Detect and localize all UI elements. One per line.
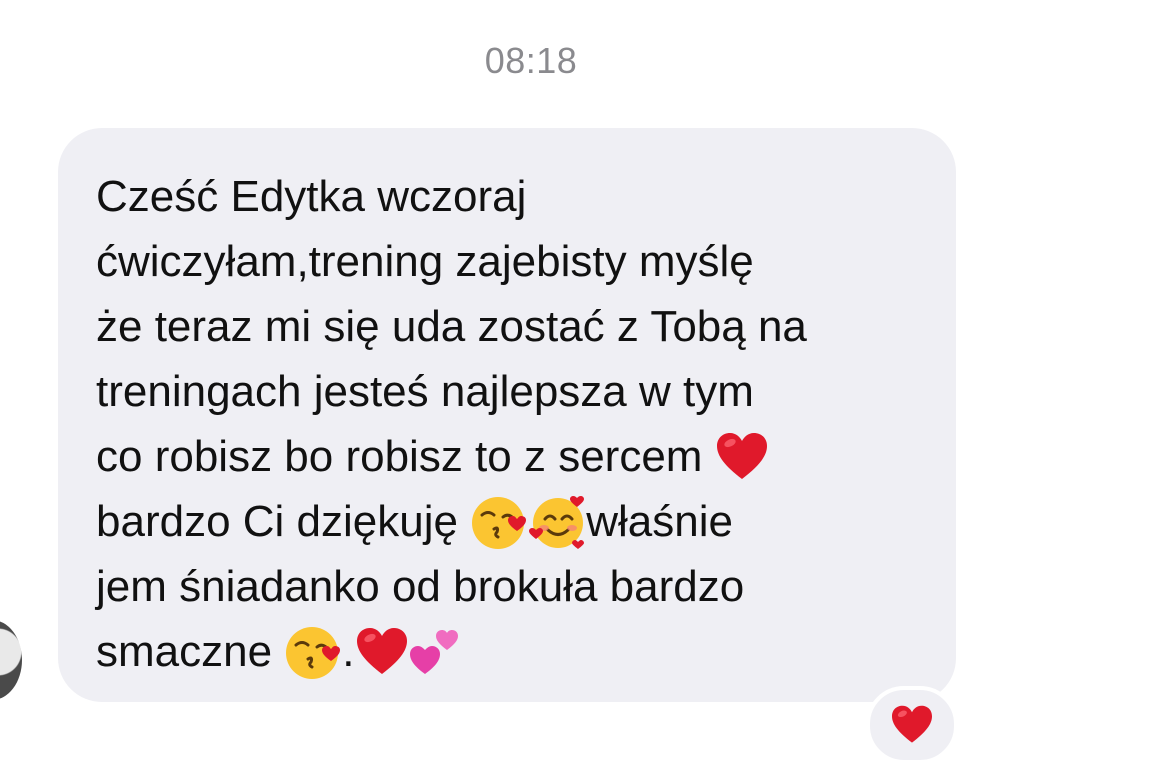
heart-reaction-badge[interactable] [866, 686, 958, 764]
red-heart-emoji-icon [716, 432, 767, 479]
face-blowing-kiss-icon [286, 626, 341, 679]
message-text: . [342, 627, 355, 676]
message-line: bardzo Ci dziękuję właśnie [96, 489, 926, 554]
message-line: treningach jesteś najlepsza w tym [96, 359, 926, 424]
red-heart-emoji-icon [356, 627, 407, 674]
sender-avatar[interactable] [0, 620, 22, 700]
red-heart-icon [892, 705, 932, 743]
two-hearts-emoji-icon [409, 629, 458, 674]
message-line: smaczne . [96, 619, 926, 684]
message-line: ćwiczyłam,trening zajebisty myślę [96, 229, 926, 294]
message-timestamp: 08:18 [484, 40, 578, 81]
message-line: Cześć Edytka wczoraj [96, 164, 926, 229]
message-text: że teraz mi się uda zostać z Tobą na [96, 302, 807, 351]
message-line: jem śniadanko od brokuła bardzo [96, 554, 926, 619]
message-line: że teraz mi się uda zostać z Tobą na [96, 294, 926, 359]
smiling-face-with-hearts-icon [529, 495, 585, 549]
message-text: Cześć Edytka wczoraj [96, 172, 527, 221]
face-blowing-kiss-icon [472, 496, 527, 549]
message-text: właśnie [586, 497, 733, 546]
message-bubble[interactable]: Cześć Edytka wczoraj ćwiczyłam,trening z… [58, 128, 956, 702]
message-text: bardzo Ci dziękuję [96, 497, 471, 546]
message-text: treningach jesteś najlepsza w tym [96, 367, 754, 416]
message-text: ćwiczyłam,trening zajebisty myślę [96, 237, 754, 286]
message-text: jem śniadanko od brokuła bardzo [96, 562, 745, 611]
message-text: smaczne [96, 627, 285, 676]
message-line: co robisz bo robisz to z sercem [96, 424, 926, 489]
message-text: co robisz bo robisz to z sercem [96, 432, 715, 481]
chat-screen: 08:18 Cześć Edytka wczoraj ćwiczyłam,tre… [0, 0, 1174, 769]
